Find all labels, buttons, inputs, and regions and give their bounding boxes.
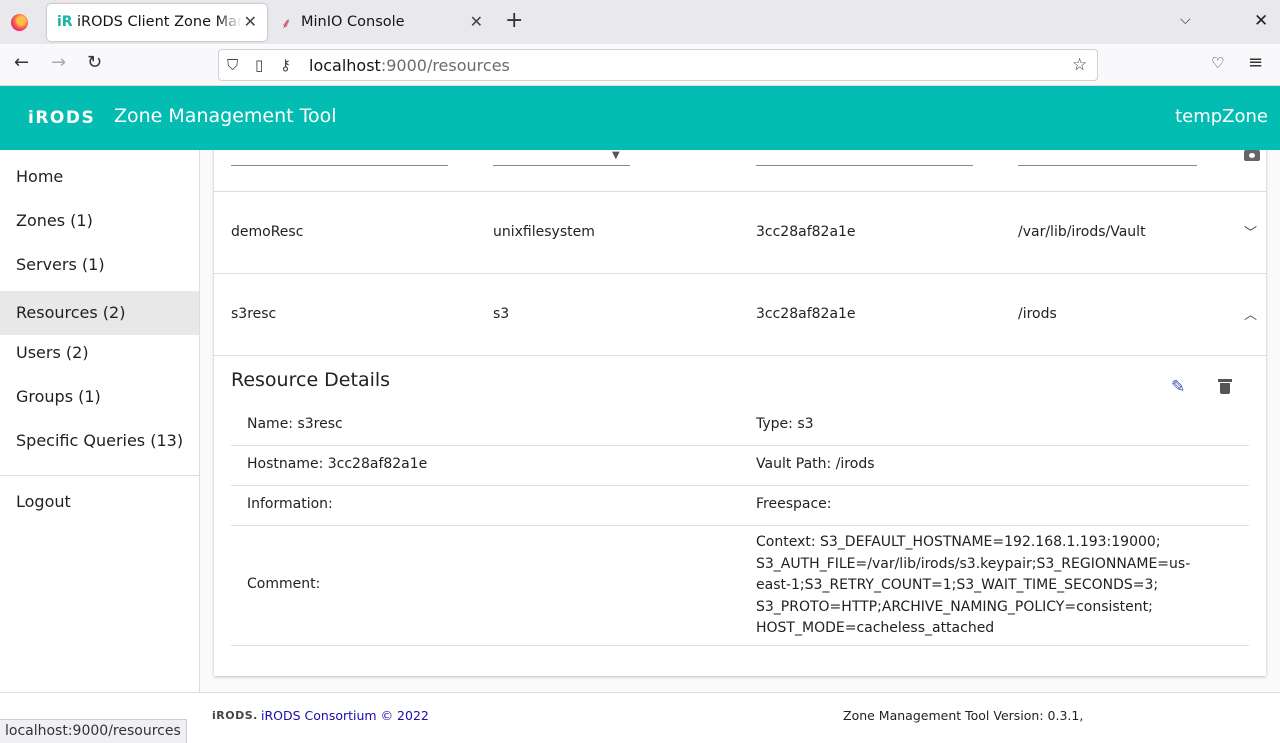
menu-icon[interactable]: ≡ (1248, 54, 1263, 72)
resource-type: s3 (493, 306, 510, 322)
table-row[interactable]: s3resc s3 3cc28af82a1e /irods ︿ (214, 274, 1266, 356)
delete-trash-icon[interactable] (1218, 379, 1232, 394)
app-title: Zone Management Tool (114, 105, 337, 127)
detail-comment: Comment: (247, 576, 321, 592)
detail-information: Information: (247, 496, 333, 512)
app-header: iRODS Zone Management Tool tempZone (0, 86, 1280, 150)
edit-pencil-icon[interactable]: ✎ (1171, 377, 1185, 397)
detail-name: Name: s3resc (247, 416, 343, 432)
sidebar-item-servers[interactable]: Servers (1) (0, 243, 199, 287)
minio-favicon-icon: ⸙ (281, 16, 292, 32)
url-path: :9000/resources (380, 56, 510, 75)
filter-row (214, 150, 1266, 192)
tab-irods[interactable]: iR iRODS Client Zone Management Tool ✕ (47, 4, 267, 41)
pocket-icon[interactable]: ♡ (1211, 56, 1224, 71)
sidebar: Home Zones (1) Servers (1) Resources (2)… (0, 150, 200, 692)
sidebar-item-home[interactable]: Home (0, 155, 199, 199)
detail-context: Context: S3_DEFAULT_HOSTNAME=192.168.1.1… (756, 534, 1191, 636)
detail-vault-path: Vault Path: /irods (756, 456, 875, 472)
resource-vault-path: /irods (1018, 306, 1057, 322)
new-tab-plus-icon[interactable]: + (505, 10, 523, 32)
irods-favicon-icon: iR (57, 14, 73, 30)
detail-row: Name: s3resc Type: s3 (231, 405, 1249, 446)
reload-icon[interactable]: ↻ (87, 54, 102, 72)
sidebar-item-specific-queries[interactable]: Specific Queries (13) (0, 419, 199, 463)
sidebar-item-groups[interactable]: Groups (1) (0, 375, 199, 419)
resource-hostname: 3cc28af82a1e (756, 224, 856, 240)
main-content: ▼ demoResc unixfilesystem 3cc28af82a1e /… (200, 150, 1280, 692)
tab-minio[interactable]: ⸙ MinIO Console ✕ (271, 4, 493, 41)
detail-hostname: Hostname: 3cc28af82a1e (247, 456, 428, 472)
browser-nav-bar: ← → ↻ ⛉ ▯ ⚷ localhost:9000/resources ☆ ♡… (0, 44, 1280, 86)
sidebar-item-zones[interactable]: Zones (1) (0, 199, 199, 243)
key-icon[interactable]: ⚷ (280, 56, 291, 74)
bookmark-star-icon[interactable]: ☆ (1072, 55, 1087, 75)
sidebar-divider (0, 475, 199, 476)
chevron-down-icon[interactable]: ⌵ (1180, 12, 1191, 28)
resource-vault-path: /var/lib/irods/Vault (1018, 224, 1146, 240)
tab-title: iRODS Client Zone Management Tool (77, 14, 242, 30)
resource-hostname: 3cc28af82a1e (756, 306, 856, 322)
sidebar-item-users[interactable]: Users (2) (0, 331, 199, 375)
firefox-icon[interactable] (11, 14, 28, 31)
url-host: localhost (309, 56, 381, 75)
resource-details-title: Resource Details (231, 369, 391, 391)
browser-tab-strip: iR iRODS Client Zone Management Tool ✕ ⸙… (0, 0, 1280, 44)
footer-irods-logo: iRODS. (212, 709, 258, 722)
tab-close-icon[interactable]: ✕ (470, 12, 483, 31)
detail-freespace: Freespace: (756, 496, 832, 512)
tab-title: MinIO Console (301, 14, 405, 30)
back-arrow-icon[interactable]: ← (14, 54, 29, 72)
resources-table-card: ▼ demoResc unixfilesystem 3cc28af82a1e /… (214, 150, 1266, 676)
detail-row: Comment: Context: S3_DEFAULT_HOSTNAME=19… (231, 526, 1249, 646)
status-bar-url: localhost:9000/resources (0, 719, 187, 743)
tab-close-icon[interactable]: ✕ (244, 12, 257, 31)
resource-type: unixfilesystem (493, 224, 595, 240)
chevron-down-icon[interactable]: ﹀ (1244, 222, 1257, 241)
page-icon[interactable]: ▯ (255, 56, 263, 74)
resource-name: demoResc (231, 224, 304, 240)
url-text[interactable]: localhost:9000/resources (309, 56, 510, 75)
footer: iRODS. iRODS Consortium © 2022 Zone Mana… (0, 692, 1280, 743)
forward-arrow-icon[interactable]: → (51, 54, 66, 72)
shield-icon[interactable]: ⛉ (227, 56, 238, 74)
zone-name: tempZone (1175, 106, 1268, 127)
detail-row: Information: Freespace: (231, 486, 1249, 526)
consortium-link[interactable]: iRODS Consortium © 2022 (261, 708, 429, 723)
window-close-icon[interactable]: ✕ (1254, 11, 1268, 31)
table-row[interactable]: demoResc unixfilesystem 3cc28af82a1e /va… (214, 192, 1266, 274)
chevron-up-icon[interactable]: ︿ (1244, 304, 1257, 323)
app-version: Zone Management Tool Version: 0.3.1, (843, 708, 1084, 723)
address-bar[interactable]: ⛉ ▯ ⚷ localhost:9000/resources ☆ (218, 49, 1098, 81)
detail-type: Type: s3 (756, 416, 814, 432)
detail-row: Hostname: 3cc28af82a1e Vault Path: /irod… (231, 446, 1249, 486)
irods-logo[interactable]: iRODS (28, 108, 95, 128)
sidebar-item-resources[interactable]: Resources (2) (0, 291, 199, 335)
sidebar-item-logout[interactable]: Logout (0, 480, 199, 524)
resource-name: s3resc (231, 306, 277, 322)
